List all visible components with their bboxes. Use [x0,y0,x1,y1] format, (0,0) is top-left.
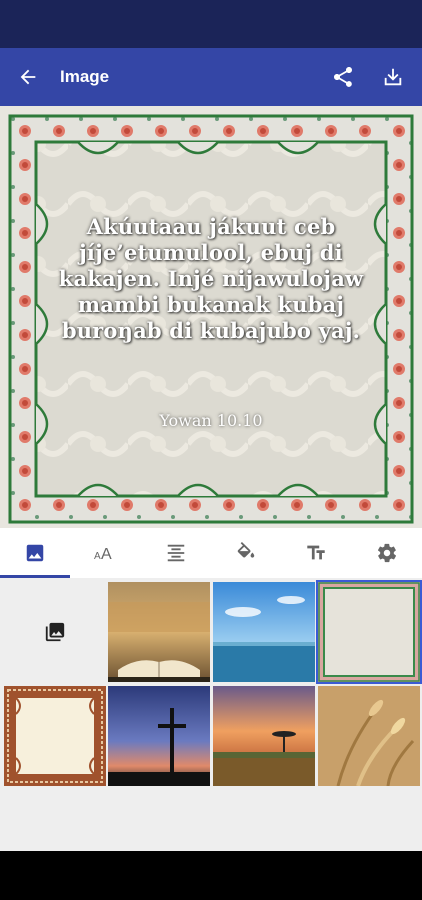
font-size-icon: AA [94,546,112,563]
tab-text-style[interactable] [281,528,351,578]
thumbnail-wheat-field[interactable] [318,686,420,786]
download-icon [384,68,402,86]
gear-icon [377,543,396,563]
thumbnail-tree-at-sunset[interactable] [213,686,315,786]
background-grid [0,578,422,851]
arrow-back-icon [20,69,36,85]
editor-tabs: AA [0,528,422,578]
thumbnail-cross-at-dusk[interactable] [108,686,210,786]
tab-font[interactable]: AA [70,528,140,578]
verse-card: Akúutaau jákuut ceb jíje’etumulool, ebuj… [8,114,414,524]
choose-from-gallery-button[interactable] [4,582,106,682]
svg-text:A: A [94,551,101,562]
download-button[interactable] [368,48,418,106]
image-icon [26,544,44,562]
align-center-icon [167,544,185,562]
system-nav-bar [0,851,422,900]
thumbnail-ornate-green-border[interactable] [316,580,422,684]
verse-text: Akúutaau jákuut ceb jíje’etumulool, ebuj… [58,214,364,343]
thumbnail-brown-frame[interactable] [4,686,106,786]
tab-align[interactable] [141,528,211,578]
status-bar [0,0,422,48]
tab-color[interactable] [211,528,281,578]
paint-bucket-icon [237,542,255,558]
share-icon [334,67,352,87]
back-button[interactable] [0,48,56,106]
photo-library-icon [45,622,65,642]
text-format-icon [307,545,326,560]
thumbnail-sky-and-sea[interactable] [213,582,315,682]
share-button[interactable] [318,48,368,106]
thumbnail-open-bible[interactable] [108,582,210,682]
verse-reference: Yowan 10.10 [159,411,263,430]
page-title: Image [60,67,110,86]
app-bar: Image [0,48,422,106]
svg-text:A: A [101,546,112,563]
tab-settings[interactable] [352,528,422,578]
image-preview: Akúutaau jákuut ceb jíje’etumulool, ebuj… [0,106,422,528]
tab-image[interactable] [0,528,71,578]
